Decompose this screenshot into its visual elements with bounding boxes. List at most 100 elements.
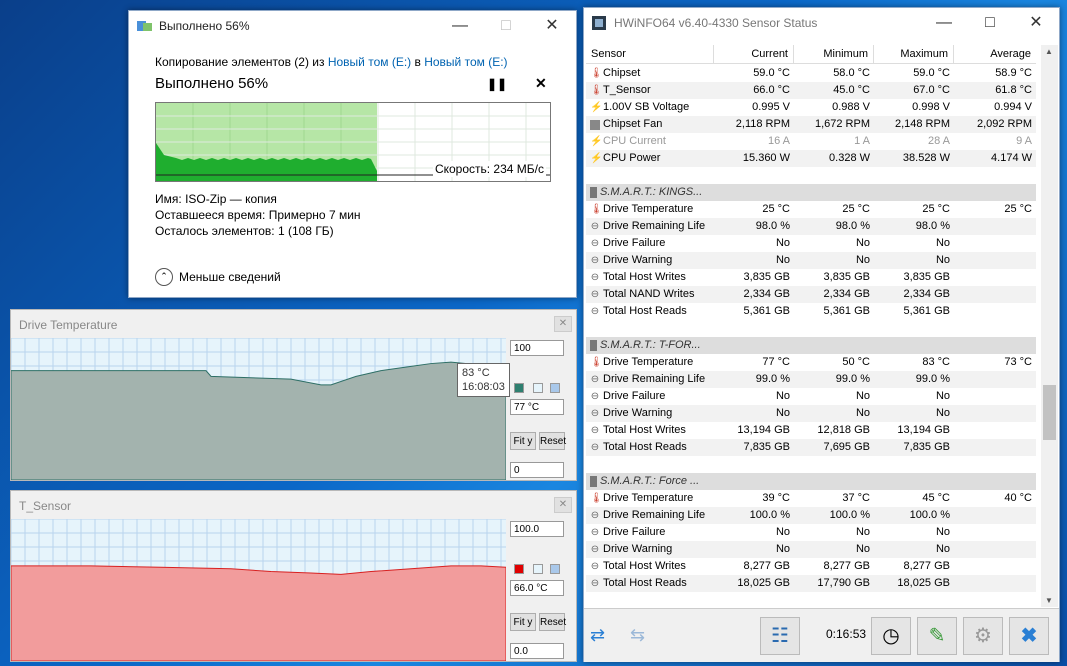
thermometer-icon: 🌡: [590, 357, 603, 368]
line-color-swatch[interactable]: [514, 564, 524, 574]
sensor-row[interactable]: 🌡 Drive Temperature 39 °C 37 °C 45 °C 40 °C: [586, 490, 1036, 507]
column-current[interactable]: Current: [714, 45, 794, 63]
sensor-row[interactable]: ⊖ Drive Remaining Life 99.0 % 99.0 % 99.0 %: [586, 371, 1036, 388]
reset-button[interactable]: Reset: [539, 432, 566, 450]
column-maximum[interactable]: Maximum: [874, 45, 954, 63]
maximum-value: 99.0 %: [915, 373, 950, 385]
source-link[interactable]: Новый том (E:): [328, 55, 411, 69]
minimum-value: 3,835 GB: [823, 271, 870, 283]
maximum-value: 7,835 GB: [903, 441, 950, 453]
lightning-icon: ⚡: [590, 102, 603, 113]
data-area: [11, 565, 506, 661]
close-icon[interactable]: ✕: [554, 316, 572, 332]
copy-description: Копирование элементов (2) из Новый том (…: [155, 55, 508, 69]
sensor-row[interactable]: ⊖ Total Host Reads 5,361 GB 5,361 GB 5,361 G…: [586, 303, 1036, 320]
close-icon[interactable]: ✕: [554, 497, 572, 513]
sensor-row[interactable]: ⊖ Drive Warning No No No: [586, 405, 1036, 422]
sensor-name: Drive Remaining Life: [603, 509, 706, 521]
less-details-button[interactable]: ⌃ Меньше сведений: [155, 268, 281, 286]
sensor-row[interactable]: ⊖ Drive Warning No No No: [586, 252, 1036, 269]
minimize-button[interactable]: —: [437, 11, 483, 41]
average-value: [954, 252, 1036, 269]
fit-y-button[interactable]: Fit y: [510, 432, 536, 450]
sensor-row[interactable]: 🌡 Drive Temperature 25 °C 25 °C 25 °C 25 °C: [586, 201, 1036, 218]
transfer-speed-graph: Скорость: 234 МБ/с: [155, 102, 551, 182]
status-circle-icon: ⊖: [590, 408, 600, 419]
max-value-box[interactable]: 100: [510, 340, 564, 356]
close-button[interactable]: ✕: [1013, 8, 1059, 38]
maximum-value: 83 °C: [922, 356, 950, 368]
column-sensor[interactable]: Sensor: [586, 45, 714, 63]
background-color-swatch[interactable]: [533, 564, 543, 574]
sensor-row[interactable]: ⊖ Drive Warning No No No: [586, 541, 1036, 558]
sensor-row[interactable]: ⊖ Total Host Writes 3,835 GB 3,835 GB 3,835 …: [586, 269, 1036, 286]
sensor-row[interactable]: ⊖ Drive Remaining Life 98.0 % 98.0 % 98.0 %: [586, 218, 1036, 235]
sensor-row[interactable]: ⊖ Drive Remaining Life 100.0 % 100.0 % 100.0…: [586, 507, 1036, 524]
sensor-name: Drive Warning: [603, 254, 673, 266]
time-label: Оставшееся время:: [155, 208, 266, 222]
sensor-row[interactable]: ⊖ Drive Failure No No No: [586, 235, 1036, 252]
min-value-box[interactable]: 0: [510, 462, 564, 478]
maximize-button[interactable]: □: [483, 11, 529, 41]
grid-color-swatch[interactable]: [550, 383, 560, 393]
minimum-value: 5,361 GB: [823, 305, 870, 317]
sensor-row[interactable]: ⊖ Drive Failure No No No: [586, 388, 1036, 405]
sensor-row[interactable]: ⊖ Total Host Reads 18,025 GB 17,790 GB 18,02…: [586, 575, 1036, 592]
maximize-button[interactable]: □: [967, 8, 1013, 38]
sensor-table-header: Sensor Current Minimum Maximum Average: [586, 45, 1036, 64]
current-value: 98.0 %: [755, 220, 790, 232]
sensor-name: Drive Failure: [603, 526, 666, 538]
min-value-box[interactable]: 0.0: [510, 643, 564, 659]
cancel-copy-button[interactable]: ✕: [535, 75, 547, 92]
sensor-row[interactable]: ⚡ CPU Current 16 A 1 A 28 A 9 A: [586, 133, 1036, 150]
sensor-row[interactable]: 🌡 T_Sensor 66.0 °C 45.0 °C 67.0 °C 61.8 °C: [586, 82, 1036, 99]
sensor-row[interactable]: 🌡 Drive Temperature 77 °C 50 °C 83 °C 73 °C: [586, 354, 1036, 371]
close-button[interactable]: ✕: [529, 11, 575, 41]
vertical-scrollbar[interactable]: ▲ ▼: [1041, 45, 1058, 607]
sensor-group-header[interactable]: S.M.A.R.T.: T-FOR...: [586, 337, 1036, 354]
sensor-row[interactable]: ⊖ Total NAND Writes 2,334 GB 2,334 GB 2,334 …: [586, 286, 1036, 303]
current-value: No: [775, 390, 790, 402]
reset-button[interactable]: Reset: [539, 613, 566, 631]
sensor-row[interactable]: ⊖ Total Host Writes 13,194 GB 12,818 GB 13,1…: [586, 422, 1036, 439]
scrollbar-thumb[interactable]: [1043, 385, 1056, 440]
scroll-down-icon[interactable]: ▼: [1045, 596, 1053, 605]
arrows-left-right-icon[interactable]: ⇄: [590, 625, 605, 646]
maximum-value: 98.0 %: [915, 220, 950, 232]
max-value-box[interactable]: 100.0: [510, 521, 564, 537]
fit-y-button[interactable]: Fit y: [510, 613, 536, 631]
sensor-row[interactable]: ⊖ Drive Failure No No No: [586, 524, 1036, 541]
sensor-row[interactable]: Chipset Fan 2,118 RPM 1,672 RPM 2,148 RPM 2,…: [586, 116, 1036, 133]
scroll-up-icon[interactable]: ▲: [1045, 47, 1053, 56]
sensor-row[interactable]: ⊖ Total Host Reads 7,835 GB 7,695 GB 7,835 G…: [586, 439, 1036, 456]
add-report-icon[interactable]: ✎: [917, 617, 957, 655]
arrows-collapse-icon[interactable]: ⇆: [630, 625, 645, 646]
minimize-button[interactable]: —: [921, 8, 967, 38]
line-color-swatch[interactable]: [514, 383, 524, 393]
column-minimum[interactable]: Minimum: [794, 45, 874, 63]
sensor-row[interactable]: ⚡ CPU Power 15.360 W 0.328 W 38.528 W 4.174 W: [586, 150, 1036, 167]
sensor-name: Total Host Writes: [603, 271, 686, 283]
column-average[interactable]: Average: [954, 45, 1036, 63]
clock-icon[interactable]: ◷: [871, 617, 911, 655]
status-circle-icon: ⊖: [590, 510, 600, 521]
minimum-value: 100.0 %: [829, 509, 870, 521]
graph-title: T_Sensor: [19, 499, 72, 513]
grid-color-swatch[interactable]: [550, 564, 560, 574]
close-icon[interactable]: ✖: [1009, 617, 1049, 655]
sensor-group-header[interactable]: S.M.A.R.T.: KINGS...: [586, 184, 1036, 201]
sensor-row[interactable]: 🌡 Chipset 59.0 °C 58.0 °C 59.0 °C 58.9 °C: [586, 65, 1036, 82]
background-color-swatch[interactable]: [533, 383, 543, 393]
drive-temperature-graph-window: Drive Temperature ✕ 83 °C 16:08:03 100 77…: [10, 309, 577, 481]
elapsed-timer: 0:16:53: [826, 627, 867, 641]
maximum-value: No: [935, 543, 950, 555]
sensor-row[interactable]: ⊖ Total Host Writes 8,277 GB 8,277 GB 8,277 …: [586, 558, 1036, 575]
pause-button[interactable]: ❚❚: [487, 77, 507, 91]
network-icon[interactable]: ☷: [760, 617, 800, 655]
progress-label: Выполнено 56%: [155, 75, 269, 92]
current-value: 0.995 V: [752, 101, 790, 113]
destination-link[interactable]: Новый том (E:): [424, 55, 507, 69]
sensor-group-header[interactable]: S.M.A.R.T.: Force ...: [586, 473, 1036, 490]
gear-icon[interactable]: ⚙: [963, 617, 1003, 655]
sensor-row[interactable]: ⚡ 1.00V SB Voltage 0.995 V 0.988 V 0.998 V 0.…: [586, 99, 1036, 116]
